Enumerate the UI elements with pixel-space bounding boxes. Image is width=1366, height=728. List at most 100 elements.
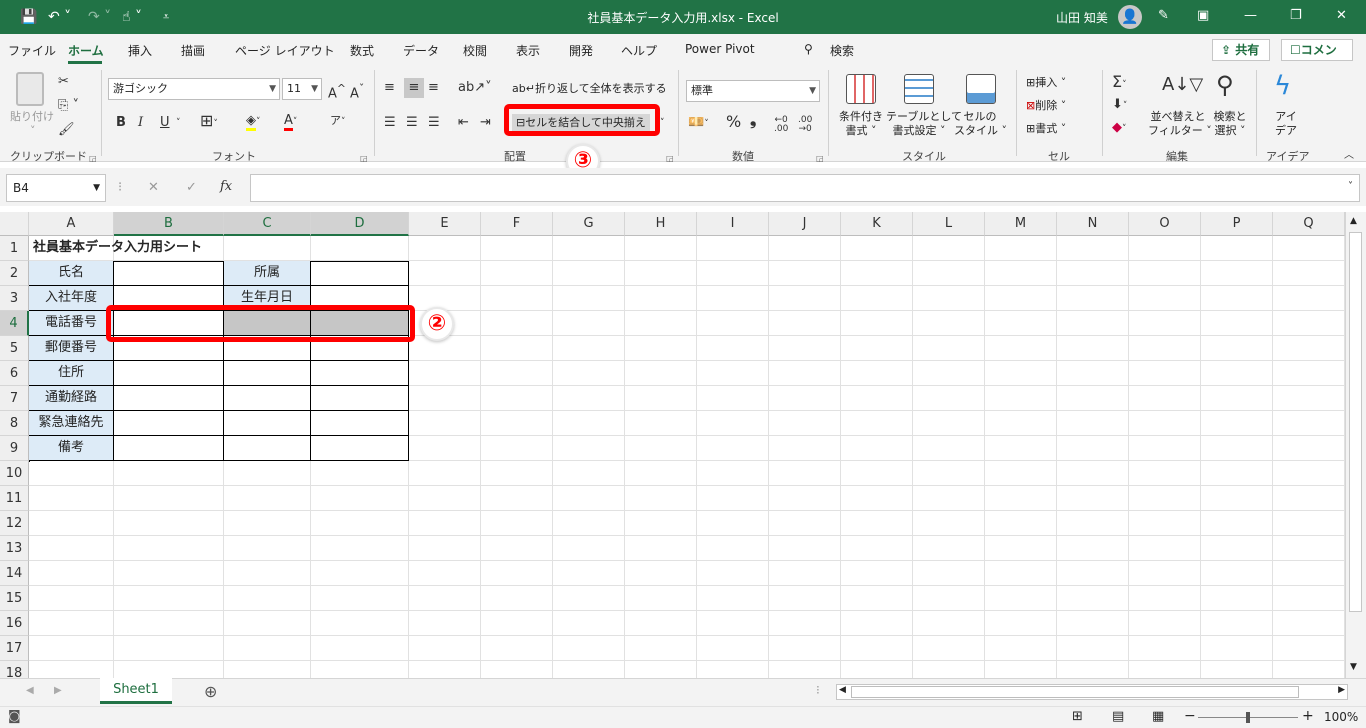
input-cell[interactable] — [311, 386, 409, 411]
input-cell[interactable] — [311, 436, 409, 461]
tab-home[interactable]: ホーム — [68, 42, 104, 59]
tab-draw[interactable]: 描画 — [181, 42, 205, 59]
find-select-button[interactable]: 検索と 選択 ˅ — [1210, 110, 1250, 138]
sort-filter-button[interactable]: 並べ替えと フィルター ˅ — [1148, 110, 1212, 138]
page-break-view-icon[interactable]: ▦ — [1152, 709, 1164, 724]
tab-review[interactable]: 校閲 — [463, 42, 487, 59]
column-header[interactable]: P — [1201, 212, 1273, 236]
row-header[interactable]: 11 — [0, 486, 29, 511]
sort-filter-icon[interactable]: A↓▽ — [1162, 74, 1203, 96]
label-cell[interactable]: 備考 — [29, 436, 114, 461]
orientation-icon[interactable]: ab↗˅ — [458, 80, 492, 96]
comma-icon[interactable]: ❟ — [750, 112, 756, 128]
tab-formulas[interactable]: 数式 — [350, 42, 374, 59]
row-header[interactable]: 6 — [0, 361, 29, 386]
label-cell[interactable]: 入社年度 — [29, 286, 114, 311]
column-header[interactable]: J — [769, 212, 841, 236]
underline-button[interactable]: U — [160, 115, 170, 131]
row-header[interactable]: 3 — [0, 286, 29, 311]
bold-button[interactable]: B — [116, 115, 126, 131]
format-painter-icon[interactable]: 🖌 — [58, 122, 75, 138]
column-header[interactable]: N — [1057, 212, 1129, 236]
user-name[interactable]: 山田 知美 — [1056, 9, 1108, 26]
align-top-icon[interactable]: ≡ — [384, 80, 395, 96]
column-header[interactable]: G — [553, 212, 625, 236]
column-header[interactable]: I — [697, 212, 769, 236]
format-as-table-icon[interactable] — [904, 74, 934, 104]
grow-font-icon[interactable]: A^ — [328, 81, 346, 102]
horizontal-scrollbar[interactable]: ◀ ▶ — [836, 684, 1348, 700]
input-cell[interactable] — [114, 386, 224, 411]
row-header[interactable]: 4 — [0, 311, 29, 336]
input-cell[interactable] — [311, 411, 409, 436]
input-cell[interactable] — [114, 436, 224, 461]
chevron-down-icon[interactable]: ˅ — [176, 115, 181, 131]
column-header[interactable]: C — [224, 212, 311, 236]
row-header[interactable]: 5 — [0, 336, 29, 361]
input-cell[interactable] — [224, 411, 311, 436]
align-center-icon[interactable]: ☰ — [406, 115, 418, 131]
fill-icon[interactable]: ⬇˅ — [1112, 97, 1127, 114]
label-cell[interactable]: 氏名 — [29, 261, 114, 286]
decrease-decimal-icon[interactable]: .00 →0 — [798, 116, 812, 134]
tab-view[interactable]: 表示 — [516, 42, 540, 59]
format-as-table-button[interactable]: テーブルとして 書式設定 ˅ — [886, 110, 962, 138]
row-header[interactable]: 14 — [0, 561, 29, 586]
input-cell[interactable] — [114, 411, 224, 436]
column-header[interactable]: H — [625, 212, 697, 236]
borders-icon[interactable]: ⊞˅ — [200, 113, 218, 132]
input-cell[interactable] — [114, 361, 224, 386]
find-select-icon[interactable]: ⚲ — [1216, 72, 1234, 98]
scroll-left-icon[interactable]: ◀ — [839, 685, 846, 695]
row-header[interactable]: 2 — [0, 261, 29, 286]
zoom-out-icon[interactable]: − — [1184, 708, 1196, 724]
row-header[interactable]: 12 — [0, 511, 29, 536]
page-layout-view-icon[interactable]: ▤ — [1112, 709, 1124, 724]
currency-icon[interactable]: 💴˅ — [688, 115, 709, 132]
cut-icon[interactable]: ✂ — [58, 74, 69, 90]
format-cells-button[interactable]: ⊞書式 ˅ — [1026, 122, 1066, 136]
input-cell[interactable] — [311, 361, 409, 386]
pen-icon[interactable]: ✎ — [1158, 7, 1169, 25]
decrease-indent-icon[interactable]: ⇤ — [458, 115, 469, 131]
add-sheet-icon[interactable]: ⊕ — [204, 682, 217, 701]
input-cell[interactable] — [311, 261, 409, 286]
wrap-text-button[interactable]: ab↵折り返して全体を表示する — [512, 82, 667, 96]
zoom-slider-thumb[interactable] — [1246, 712, 1250, 723]
tab-power-pivot[interactable]: Power Pivot — [685, 42, 755, 56]
row-header[interactable]: 18 — [0, 661, 29, 678]
alignment-launcher-icon[interactable]: ◲ — [666, 154, 674, 163]
number-launcher-icon[interactable]: ◲ — [816, 154, 824, 163]
column-header[interactable]: A — [29, 212, 114, 236]
column-header[interactable]: E — [409, 212, 481, 236]
copy-icon[interactable]: ⎘ ˅ — [58, 98, 79, 114]
column-header[interactable]: K — [841, 212, 913, 236]
chevron-down-icon[interactable]: ▼ — [93, 175, 100, 201]
cell-styles-button[interactable]: セルの スタイル ˅ — [954, 110, 1007, 138]
ideas-button[interactable]: アイ デア — [1272, 110, 1300, 138]
tab-data[interactable]: データ — [403, 42, 439, 59]
number-format-combo[interactable]: 標準 ▼ — [686, 80, 820, 102]
sheet-tab-sheet1[interactable]: Sheet1 — [100, 678, 172, 704]
input-cell[interactable] — [114, 261, 224, 286]
clipboard-launcher-icon[interactable]: ◲ — [89, 154, 97, 163]
label-cell[interactable]: 緊急連絡先 — [29, 411, 114, 436]
enter-icon[interactable]: ✓ — [186, 180, 197, 196]
label-cell[interactable]: 所属 — [224, 261, 311, 286]
search-icon[interactable]: ⚲ — [804, 42, 813, 56]
row-header[interactable]: 15 — [0, 586, 29, 611]
comment-button[interactable]: ☐コメント — [1281, 39, 1353, 77]
row-header[interactable]: 7 — [0, 386, 29, 411]
align-left-icon[interactable]: ☰ — [384, 115, 396, 131]
collapse-ribbon-icon[interactable]: ︿ — [1344, 148, 1354, 164]
row-header[interactable]: 9 — [0, 436, 29, 461]
paste-icon[interactable] — [16, 72, 44, 106]
conditional-format-icon[interactable] — [846, 74, 876, 104]
label-cell[interactable]: 郵便番号 — [29, 336, 114, 361]
row-header[interactable]: 10 — [0, 461, 29, 486]
increase-decimal-icon[interactable]: ←0.00 — [774, 116, 788, 134]
tab-help[interactable]: ヘルプ — [621, 42, 657, 59]
avatar-icon[interactable]: 👤 — [1118, 5, 1142, 29]
autosum-icon[interactable]: Σ˅ — [1112, 74, 1127, 93]
conditional-format-button[interactable]: 条件付き 書式 ˅ — [838, 110, 884, 138]
